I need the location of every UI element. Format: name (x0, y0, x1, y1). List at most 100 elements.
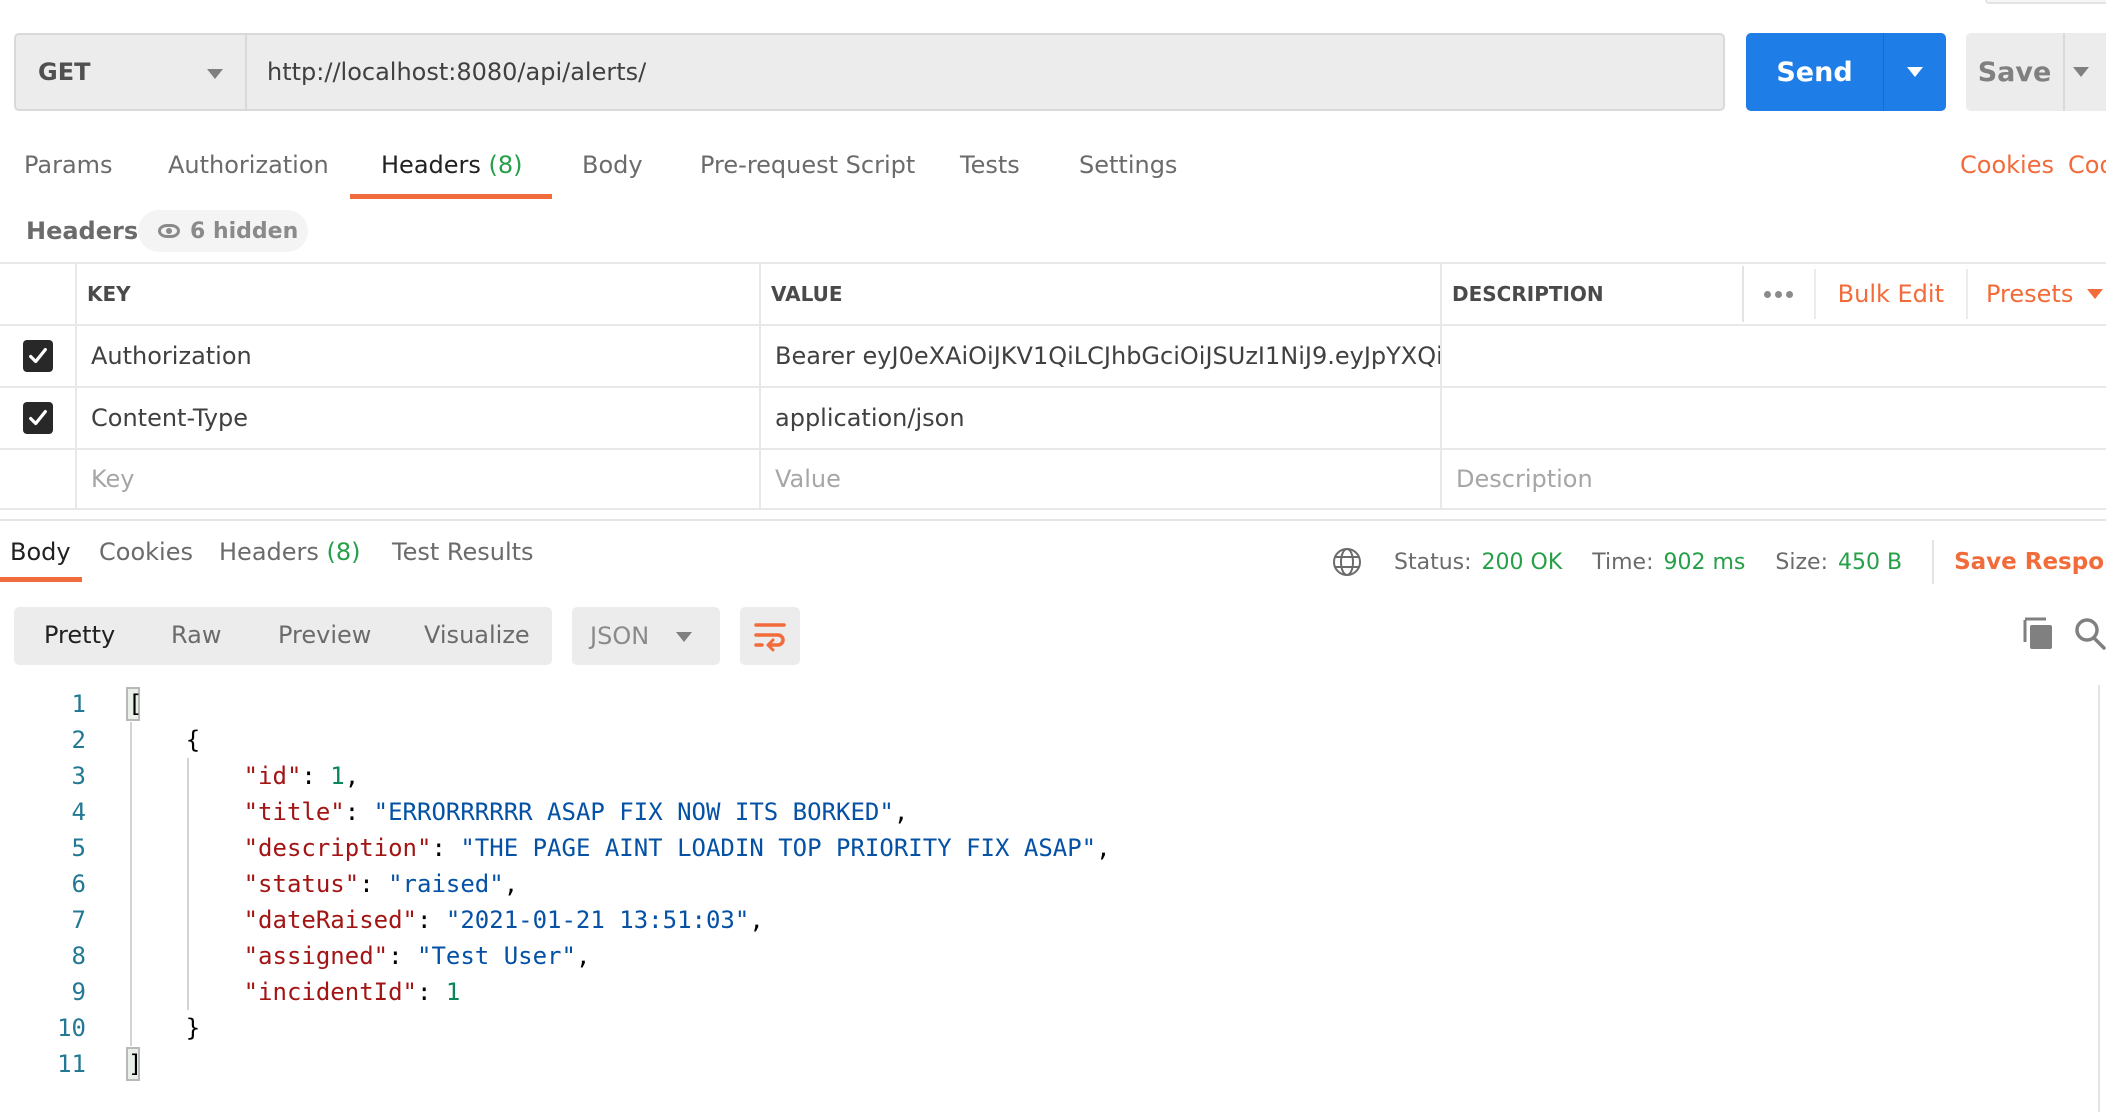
code-text: "status": "raised", (128, 866, 519, 902)
code-line: 10 } (0, 1010, 2106, 1046)
new-description-input[interactable]: Description (1440, 450, 2106, 508)
row-enabled-checkbox[interactable] (22, 402, 53, 434)
status-label: Status: (1394, 549, 1472, 575)
response-tab-body[interactable]: Body (10, 538, 71, 566)
json-key: "id" (243, 762, 302, 790)
code-line: 5 "description": "THE PAGE AINT LOADIN T… (0, 830, 2106, 866)
save-options-button[interactable] (2065, 33, 2106, 111)
tab-headers[interactable]: Headers (8) (381, 140, 523, 179)
format-select[interactable]: JSON (572, 607, 720, 665)
hidden-headers-toggle[interactable]: 6 hidden (138, 210, 308, 252)
presets-dropdown[interactable]: Presets (1966, 269, 2106, 319)
time-label: Time: (1592, 549, 1654, 575)
tab-body[interactable]: Body (582, 140, 643, 179)
view-visualize[interactable]: Visualize (424, 621, 530, 649)
code-text: "incidentId": 1 (128, 974, 461, 1010)
tab-label: Test Results (392, 538, 534, 566)
header-description-cell[interactable] (1440, 326, 2106, 386)
view-preview[interactable]: Preview (278, 621, 371, 649)
tab-tests[interactable]: Tests (960, 140, 1020, 179)
more-options-button[interactable] (1741, 266, 1814, 322)
code-link[interactable]: Code (2068, 140, 2106, 179)
active-tab-indicator (350, 194, 552, 199)
json-punctuation (128, 978, 244, 1006)
chevron-down-icon (2072, 67, 2089, 77)
url-input[interactable] (247, 35, 1723, 109)
more-icon-dot (1764, 290, 1772, 298)
json-punctuation: [ (128, 690, 143, 718)
save-response-button[interactable]: Save Response (1954, 549, 2106, 575)
json-key: "incidentId" (243, 978, 417, 1006)
eye-icon (158, 224, 180, 238)
request-url-bar: GET (14, 33, 1725, 111)
response-pane-divider[interactable] (0, 519, 2106, 521)
header-key-cell[interactable]: Authorization (75, 326, 759, 386)
view-raw[interactable]: Raw (171, 621, 221, 649)
json-punctuation (128, 762, 244, 790)
code-text: "description": "THE PAGE AINT LOADIN TOP… (128, 830, 1111, 866)
code-line: 11] (0, 1046, 2106, 1082)
code-line: 9 "incidentId": 1 (0, 974, 2106, 1010)
response-tab-headers[interactable]: Headers (8) (219, 538, 361, 566)
wrap-lines-button[interactable] (740, 607, 800, 665)
more-icon-dot (1786, 290, 1794, 298)
header-description-cell[interactable] (1440, 388, 2106, 448)
response-tab-test-results[interactable]: Test Results (392, 538, 534, 566)
globe-icon[interactable] (1332, 547, 1362, 577)
bulk-edit-button[interactable]: Bulk Edit (1813, 269, 1966, 319)
json-punctuation: , (503, 870, 519, 898)
tab-authorization[interactable]: Authorization (168, 140, 329, 179)
tab-label: Body (10, 538, 71, 566)
response-body-editor[interactable]: 1[2 {3 "id": 1, 4 "title": "ERRORRRRRR AS… (0, 686, 2106, 1112)
row-enabled-checkbox[interactable] (22, 340, 53, 372)
send-options-button[interactable] (1884, 33, 1946, 111)
tab-pre-request-script[interactable]: Pre-request Script (700, 140, 915, 179)
line-number: 4 (71, 798, 86, 826)
chevron-down-icon (2087, 289, 2104, 299)
json-punctuation: { (128, 726, 201, 754)
code-line: 7 "dateRaised": "2021-01-21 13:51:03", (0, 902, 2106, 938)
chevron-down-icon (1907, 67, 1923, 77)
tab-params[interactable]: Params (24, 140, 113, 179)
send-button[interactable]: Send (1746, 33, 1884, 111)
cookies-link[interactable]: Cookies (1960, 140, 2054, 179)
method-select[interactable]: GET (16, 35, 247, 109)
size-value: 450 B (1837, 549, 1903, 575)
code-line: 2 { (0, 722, 2106, 758)
json-punctuation: : (431, 834, 461, 862)
json-key: "description" (243, 834, 432, 862)
header-check-column (0, 264, 75, 324)
json-punctuation (128, 798, 244, 826)
time-value: 902 ms (1663, 549, 1746, 575)
copy-icon[interactable] (2022, 616, 2054, 650)
new-key-input[interactable]: Key (75, 450, 759, 508)
line-number: 6 (71, 870, 86, 898)
tab-label: Pre-request Script (700, 151, 916, 179)
size-label: Size: (1775, 549, 1828, 575)
wrap-lines-icon (754, 623, 786, 652)
search-icon[interactable] (2074, 616, 2106, 650)
new-value-input[interactable]: Value (759, 450, 1440, 508)
json-punctuation: , (344, 762, 360, 790)
header-key-cell[interactable]: Content-Type (75, 388, 759, 448)
table-row-new: Key Value Description (0, 448, 2106, 510)
checkmark-icon (28, 409, 47, 426)
header-value-cell[interactable]: Bearer eyJ0eXAiOiJKV1QiLCJhbGciOiJSUzI1N… (759, 326, 1440, 386)
method-label: GET (38, 58, 91, 86)
editor-scrollbar[interactable] (2098, 685, 2100, 1112)
tab-label: Settings (1079, 151, 1178, 179)
json-punctuation: , (893, 798, 909, 826)
json-punctuation (128, 942, 244, 970)
header-value-cell[interactable]: application/json (759, 388, 1440, 448)
tab-settings[interactable]: Settings (1079, 140, 1177, 179)
tab-label: Cookies (99, 538, 193, 566)
response-tab-cookies[interactable]: Cookies (99, 538, 193, 566)
view-pretty[interactable]: Pretty (44, 621, 115, 649)
save-button[interactable]: Save (1966, 33, 2065, 111)
view-mode-group: Pretty Raw Preview Visualize (14, 607, 552, 665)
response-meta: Status: 200 OK Time: 902 ms Size: 450 B … (1332, 540, 2106, 584)
line-number: 10 (57, 1014, 86, 1042)
column-header-key: KEY (75, 264, 759, 324)
code-text: [ (128, 686, 142, 722)
headers-table: KEY VALUE DESCRIPTION Bulk Edit Presets … (0, 262, 2106, 510)
